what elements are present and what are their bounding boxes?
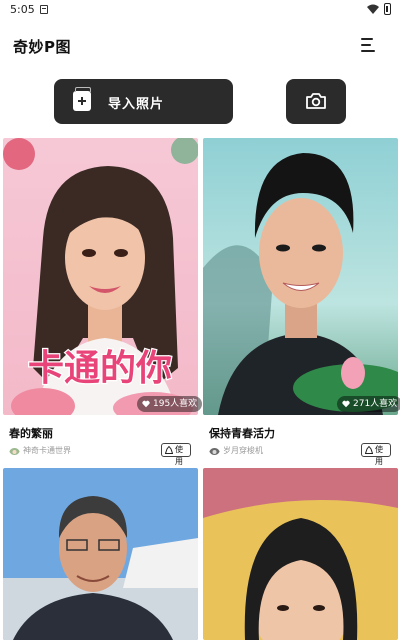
likes-count: 195人喜欢 [153,399,198,409]
status-bar: 5:05 [0,0,400,20]
avatar [209,444,220,455]
camera-icon [306,93,326,109]
card-image[interactable] [3,468,198,640]
card-image[interactable]: 卡通的你 [3,138,198,415]
cartoon-portrait-image: 卡通的你 [3,138,198,415]
feed-card[interactable] [3,468,198,640]
likes-badge: 271人喜欢 [337,396,400,412]
likes-count: 271人喜欢 [353,399,398,409]
sparkle-icon [165,446,173,454]
import-photo-button[interactable]: 导入照片 [54,79,233,124]
add-photo-icon [73,87,91,111]
avatar [9,444,20,455]
wifi-icon [367,4,379,14]
battery-icon [384,3,391,15]
camera-button[interactable] [286,79,346,124]
feed-card[interactable]: 卡通的你 195人喜欢 春的繁丽 神奇卡通世界 使用 [3,138,203,466]
card-author: 神奇卡通世界 [23,446,71,455]
card-image[interactable] [203,138,398,415]
card-author: 岁月穿梭机 [223,446,263,455]
use-button-label: 使用 [375,445,383,466]
status-time: 5:05 [10,3,35,16]
use-button-label: 使用 [175,445,183,466]
card-title: 保持青春活力 [209,427,275,440]
portrait-image [203,138,398,415]
card-overlay-text: 卡通的你 [28,348,172,389]
portrait-image [203,468,398,640]
card-image[interactable] [203,468,398,640]
menu-button[interactable] [358,35,378,55]
app-title: 奇妙P图 [13,38,71,56]
likes-badge: 195人喜欢 [137,396,203,412]
use-button[interactable]: 使用 [361,443,391,466]
feed-card[interactable] [203,468,398,640]
card-title: 春的繁丽 [9,427,53,440]
portrait-image [3,468,198,640]
heart-icon [342,400,350,408]
use-button[interactable]: 使用 [161,443,191,466]
import-photo-label: 导入照片 [108,97,165,112]
heart-icon [142,400,150,408]
notification-icon [40,5,48,14]
sparkle-icon [365,446,373,454]
feed-card[interactable]: 271人喜欢 保持青春活力 岁月穿梭机 使用 [203,138,400,466]
